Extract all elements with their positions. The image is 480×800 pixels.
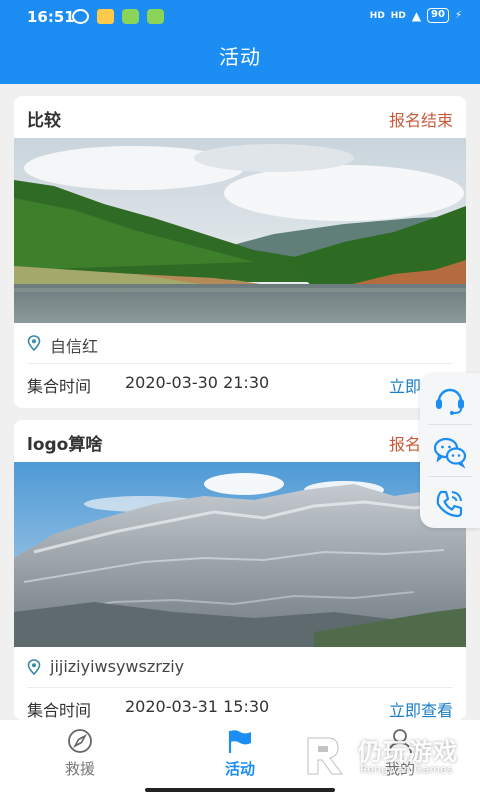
divider [428,424,472,425]
activity-location: 自信红 [14,323,466,363]
flag-icon [228,730,251,753]
headset-icon[interactable] [430,379,470,419]
wechat-icon[interactable] [430,431,470,471]
battery-indicator: 90 [427,8,449,23]
notification-icons [72,9,164,24]
phone-icon[interactable] [430,483,470,523]
alarm-icon [72,9,89,24]
time-value: 2020-03-30 21:30 [125,373,270,392]
signal-icon: HD [369,10,385,21]
watermark-subtitle: Rengwan Games [360,763,453,776]
activity-time-row: 集合时间 2020-03-31 15:30 立即查看 [14,687,466,720]
activity-image[interactable] [14,462,466,647]
charging-icon: ⚡ [454,10,462,21]
page-title: 活动 [219,45,261,69]
activity-time-row: 集合时间 2020-03-30 21:30 立即查看 [14,363,466,405]
activity-card-header: logo算啥 报名结束 [14,420,466,462]
activity-status-badge: 报名结束 [388,111,453,130]
tab-rescue[interactable]: 救援 [40,728,120,779]
time-value: 2020-03-31 15:30 [125,697,270,716]
activity-card[interactable]: 比较 报名结束 自信红 集合时间 2020-03-30 21:30 [14,96,466,408]
location-text: jijiziyiwsywszrziy [50,657,185,676]
time-label: 集合时间 [27,701,92,720]
tab-label: 活动 [224,760,255,778]
tab-label: 救援 [64,760,95,778]
location-pin-icon [27,335,41,351]
activity-title: logo算啥 [27,435,103,455]
location-pin-icon [27,659,41,675]
time-label: 集合时间 [27,377,92,396]
view-now-button[interactable]: 立即查看 [389,697,453,720]
divider [428,476,472,477]
compass-icon [68,729,92,753]
contact-float-panel [420,373,480,528]
notification-app-icon [122,9,139,24]
activity-title: 比较 [27,111,61,131]
notification-app-icon [97,9,114,24]
signal-icon: HD [390,10,406,21]
watermark: 仍玩游戏 Rengwan Games [302,730,467,790]
wifi-icon: ▲ [411,8,422,23]
watermark-name: 仍玩游戏 [358,738,458,766]
activity-card-header: 比较 报名结束 [14,96,466,138]
activity-image[interactable] [14,138,466,323]
notification-app-icon [147,9,164,24]
home-indicator [145,788,335,792]
title-bar: 活动 [0,34,480,84]
activity-location: jijiziyiwsywszrziy [14,647,466,687]
status-right: HD HD ▲ 90 ⚡ [370,8,462,23]
watermark-logo-icon [307,736,352,775]
location-text: 自信红 [50,337,99,356]
activity-card[interactable]: logo算啥 报名结束 jijiziyiwsywszrziy [14,420,466,720]
status-bar: 16:51 HD HD ▲ 90 ⚡ [0,0,480,34]
tab-activity[interactable]: 活动 [200,728,280,779]
status-time: 16:51 [27,8,75,26]
